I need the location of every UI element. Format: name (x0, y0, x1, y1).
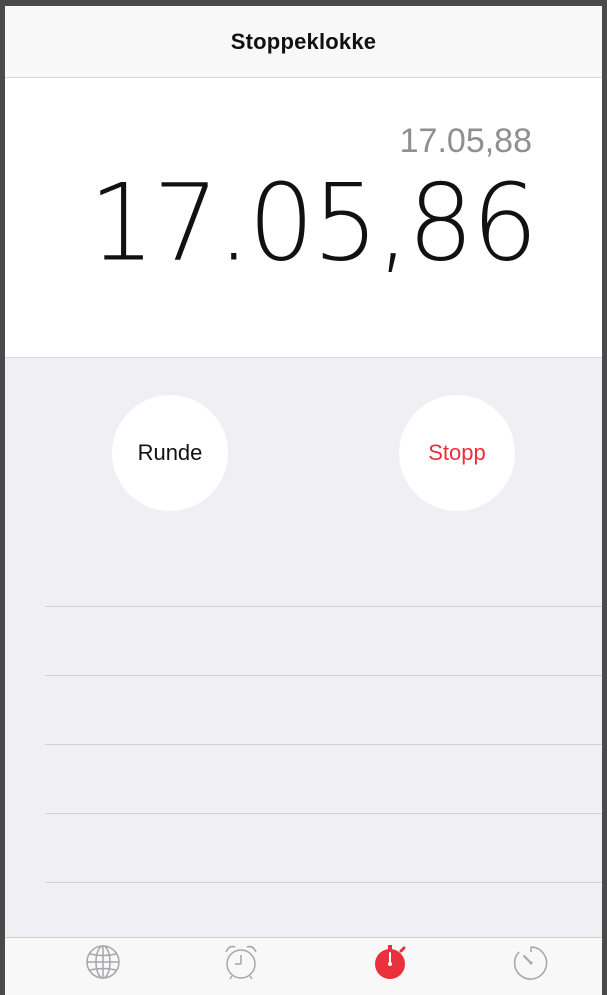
app-frame: Stoppeklokke 17.05,88 17.05,86 Runde Sto… (0, 0, 607, 995)
tab-stopwatch[interactable] (360, 942, 420, 992)
lap-list (45, 606, 602, 951)
lap-list-separator (45, 813, 602, 882)
tab-bar (5, 937, 602, 995)
stopwatch-icon (370, 942, 410, 982)
lap-time-readout: 17.05,88 (399, 122, 532, 160)
controls-area: Runde Stopp (5, 357, 602, 995)
lap-list-separator (45, 675, 602, 744)
tab-alarm[interactable] (211, 942, 271, 992)
stop-button[interactable]: Stopp (399, 395, 515, 511)
page-title: Stoppeklokke (230, 28, 377, 54)
time-display: 17.05,88 17.05,86 (5, 78, 602, 357)
navigation-bar: Stoppeklokke (5, 6, 602, 78)
alarm-clock-icon (221, 942, 261, 982)
lap-list-separator (45, 744, 602, 813)
globe-icon (83, 942, 123, 982)
main-time-readout: 17.05,86 (88, 160, 538, 286)
timer-icon (511, 942, 551, 982)
tab-timer[interactable] (501, 942, 561, 992)
lap-list-separator (45, 606, 602, 675)
tab-world-clock[interactable] (73, 942, 133, 992)
lap-button[interactable]: Runde (112, 395, 228, 511)
